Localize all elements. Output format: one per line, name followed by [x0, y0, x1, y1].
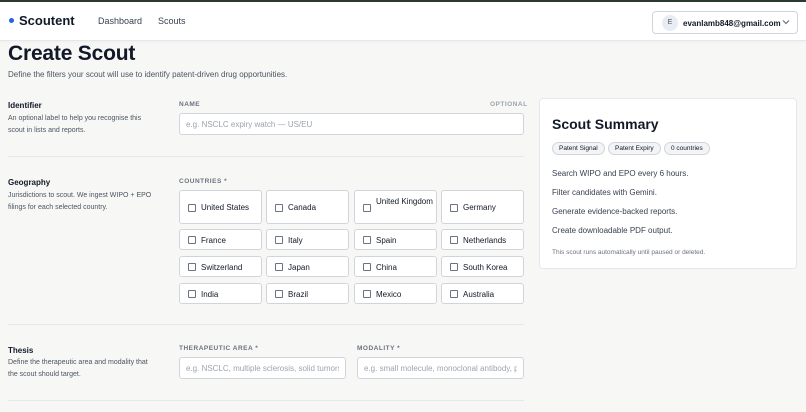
country-checkbox-india[interactable]: India [179, 283, 262, 304]
country-checkbox-brazil[interactable]: Brazil [266, 283, 349, 304]
country-checkbox-canada[interactable]: Canada [266, 190, 349, 224]
therapeutic-area-label: THERAPEUTIC AREA * [179, 345, 259, 352]
country-label: Germany [463, 203, 496, 212]
country-label: Australia [463, 290, 495, 299]
country-checkbox-spain[interactable]: Spain [354, 229, 437, 250]
geography-section-title: Geography [8, 178, 51, 187]
summary-line: Filter candidates with Gemini. [552, 188, 657, 197]
country-checkbox-netherlands[interactable]: Netherlands [441, 229, 524, 250]
country-checkbox-japan[interactable]: Japan [266, 256, 349, 277]
checkbox-icon [188, 290, 196, 298]
identifier-section-title: Identifier [8, 101, 42, 110]
country-label: Brazil [288, 290, 309, 299]
country-label: Mexico [376, 290, 402, 299]
nav-link-dashboard[interactable]: Dashboard [98, 16, 142, 26]
therapeutic-area-input[interactable] [179, 357, 346, 379]
modality-label: MODALITY * [357, 345, 401, 352]
country-checkbox-italy[interactable]: Italy [266, 229, 349, 250]
checkbox-icon [275, 236, 283, 244]
modality-input[interactable] [357, 357, 524, 379]
chevron-down-icon [782, 20, 790, 25]
country-checkbox-united-states[interactable]: United States [179, 190, 262, 224]
country-checkbox-germany[interactable]: Germany [441, 190, 524, 224]
checkbox-icon [363, 290, 371, 298]
checkbox-icon [363, 204, 371, 212]
country-label: Spain [376, 236, 397, 245]
name-field-label: NAME [179, 101, 201, 108]
page-title: Create Scout [8, 42, 136, 65]
avatar: E [662, 15, 678, 31]
summary-title: Scout Summary [552, 116, 659, 132]
checkbox-icon [275, 204, 283, 212]
checkbox-icon [450, 290, 458, 298]
country-label: Canada [288, 203, 317, 212]
section-divider [8, 324, 524, 325]
country-label: United States [201, 203, 250, 212]
checkbox-icon [275, 290, 283, 298]
country-checkbox-mexico[interactable]: Mexico [354, 283, 437, 304]
top-navbar: Scoutent Dashboard Scouts E evanlamb848@… [0, 2, 806, 41]
thesis-section-description: Define the therapeutic area and modality… [8, 359, 148, 378]
brand-dot-icon [9, 18, 14, 23]
account-menu-button[interactable]: E evanlamb848@gmail.com [652, 11, 798, 34]
scout-summary-card: Scout Summary Patent Signal Patent Expir… [539, 98, 797, 269]
checkbox-icon [450, 263, 458, 271]
page-subtitle: Define the filters your scout will use t… [8, 70, 288, 79]
checkbox-icon [188, 204, 196, 212]
optional-tag: OPTIONAL [490, 101, 528, 108]
thesis-section-title: Thesis [8, 346, 34, 355]
country-label: India [201, 290, 219, 299]
summary-line: Generate evidence-backed reports. [552, 207, 678, 216]
country-label: United Kingdom [376, 197, 433, 206]
brand-logo[interactable]: Scoutent [19, 13, 75, 28]
country-checkbox-south-korea[interactable]: South Korea [441, 256, 524, 277]
identifier-section-description: An optional label to help you recognise … [8, 115, 142, 134]
country-label: Switzerland [201, 263, 243, 272]
checkbox-icon [363, 263, 371, 271]
country-label: France [201, 236, 226, 245]
country-label: South Korea [463, 263, 508, 272]
geography-section-description: Jurisdictions to scout. We ingest WIPO +… [8, 192, 152, 211]
checkbox-icon [188, 236, 196, 244]
country-checkbox-australia[interactable]: Australia [441, 283, 524, 304]
countries-field-label: COUNTRIES * [179, 178, 228, 185]
country-label: Japan [288, 263, 310, 272]
summary-pill-country-count: 0 countries [664, 142, 710, 155]
summary-line: Create downloadable PDF output. [552, 226, 673, 235]
country-label: Netherlands [463, 236, 507, 245]
country-checkbox-france[interactable]: France [179, 229, 262, 250]
country-checkbox-china[interactable]: China [354, 256, 437, 277]
section-divider [8, 400, 524, 401]
country-label: Italy [288, 236, 303, 245]
checkbox-icon [450, 204, 458, 212]
section-divider [8, 156, 524, 157]
country-checkbox-switzerland[interactable]: Switzerland [179, 256, 262, 277]
summary-note: This scout runs automatically until paus… [552, 249, 706, 256]
checkbox-icon [188, 263, 196, 271]
nav-link-scouts[interactable]: Scouts [158, 16, 186, 26]
checkbox-icon [275, 263, 283, 271]
country-checkbox-united-kingdom[interactable]: United Kingdom [354, 190, 437, 224]
summary-pill-patent-signal: Patent Signal [552, 142, 605, 155]
summary-line: Search WIPO and EPO every 6 hours. [552, 169, 689, 178]
scout-name-input[interactable] [179, 113, 524, 135]
checkbox-icon [450, 236, 458, 244]
country-label: China [376, 263, 397, 272]
account-email: evanlamb848@gmail.com [683, 19, 781, 28]
summary-pill-patent-expiry: Patent Expiry [608, 142, 661, 155]
checkbox-icon [363, 236, 371, 244]
